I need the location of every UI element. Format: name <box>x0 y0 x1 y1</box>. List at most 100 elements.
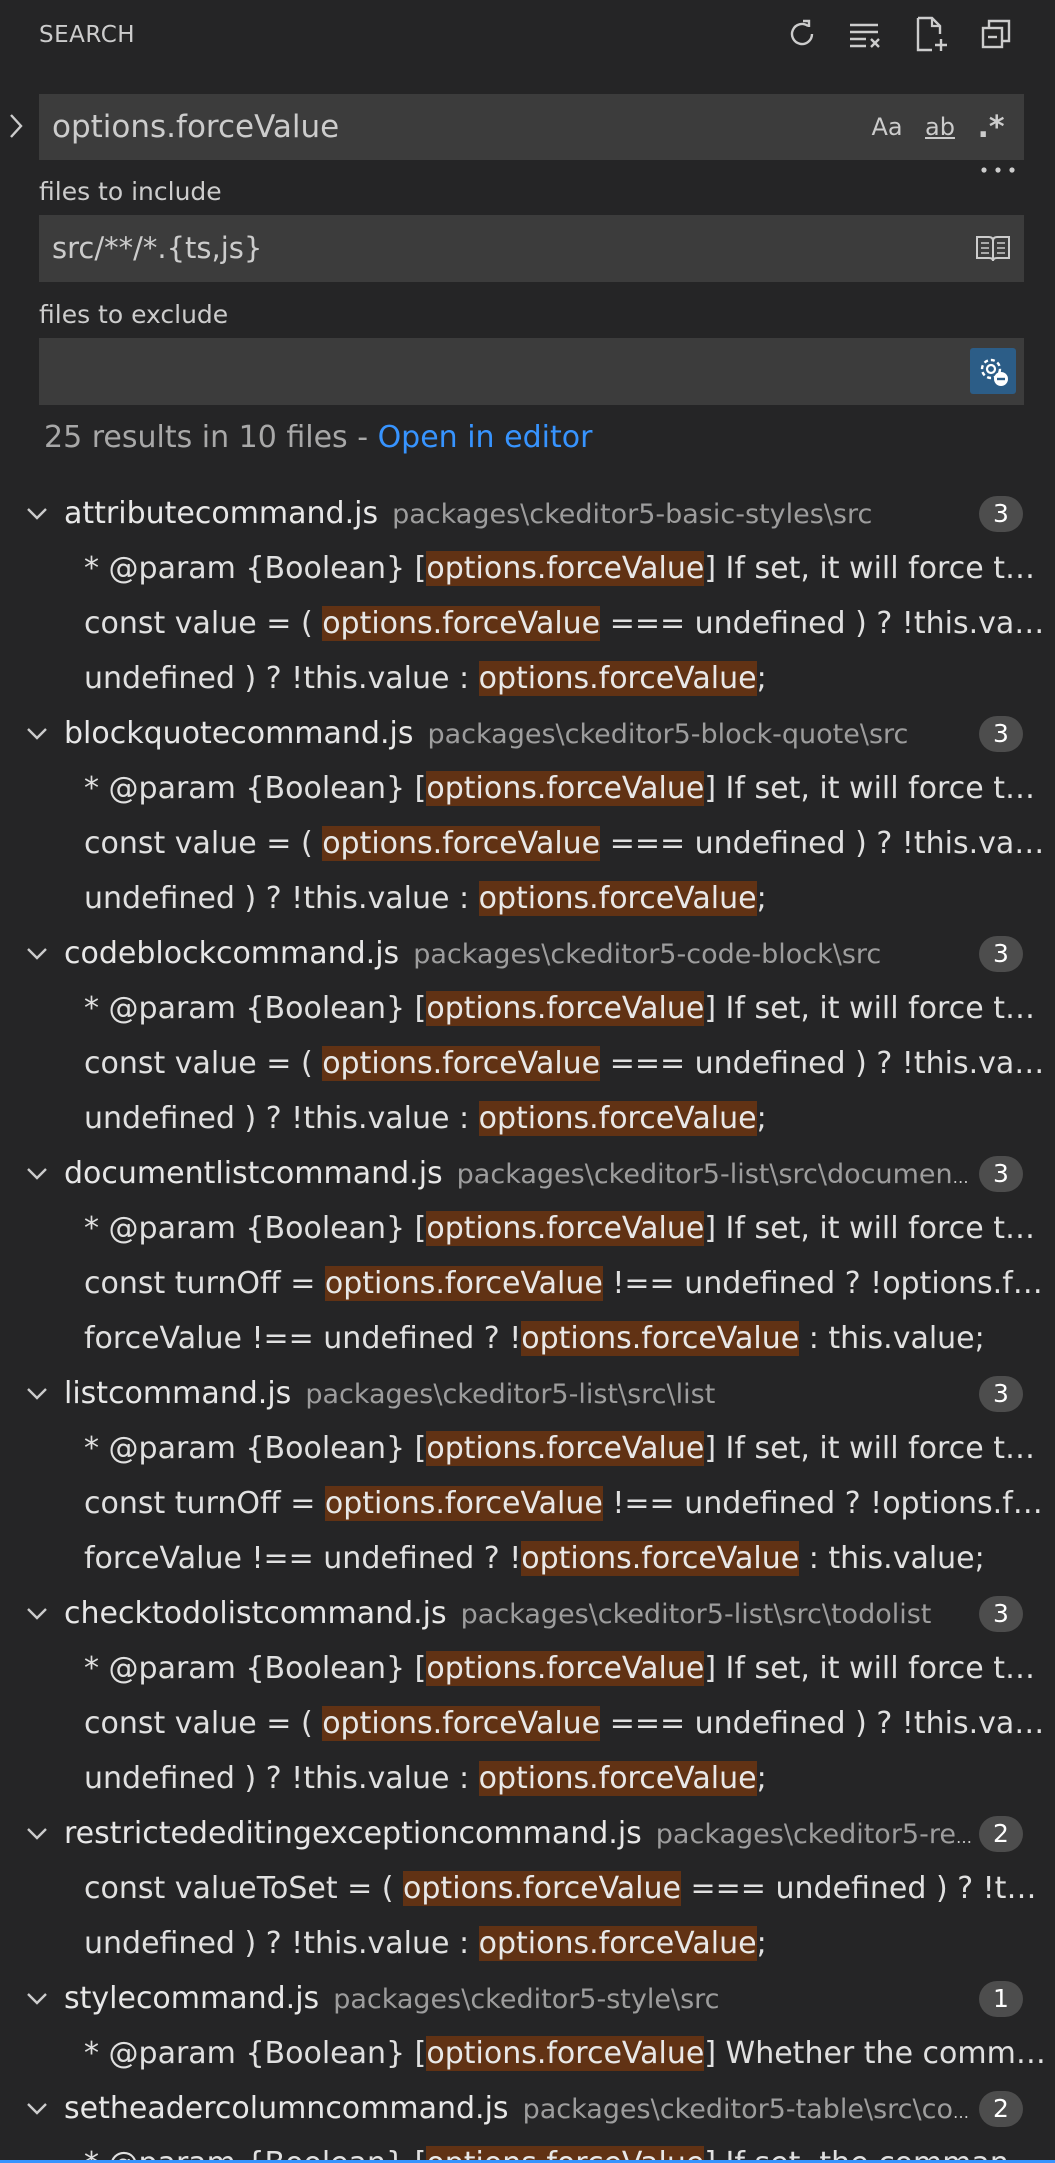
match-before: undefined ) ? !this.value : <box>84 1101 479 1136</box>
match-highlight: options.forceValue <box>403 1871 681 1906</box>
toggle-replace-chevron-icon[interactable] <box>4 106 28 146</box>
panel-title: SEARCH <box>39 22 136 48</box>
file-result-row[interactable]: attributecommand.js packages\ckeditor5-ba… <box>0 486 1055 541</box>
new-search-editor-icon[interactable] <box>912 14 952 54</box>
match-line: * @param {Boolean} [options.forceValue] … <box>84 2026 1050 2081</box>
match-line: const valueToSet = ( options.forceValue … <box>84 1861 1050 1916</box>
file-result-row[interactable]: documentlistcommand.js packages\ckeditor5… <box>0 1146 1055 1201</box>
whole-word-button[interactable]: ab <box>917 108 963 146</box>
match-row[interactable]: * @param {Boolean} [options.forceValue] … <box>0 1641 1055 1696</box>
match-row[interactable]: const value = ( options.forceValue === u… <box>0 1036 1055 1091</box>
chevron-down-icon[interactable] <box>23 500 51 528</box>
match-highlight: options.forceValue <box>322 1706 601 1741</box>
match-row[interactable]: undefined ) ? !this.value : options.forc… <box>0 651 1055 706</box>
match-row[interactable]: undefined ) ? !this.value : options.forc… <box>0 871 1055 926</box>
refresh-icon[interactable] <box>782 14 822 54</box>
match-row[interactable]: * @param {Boolean} [options.forceValue] … <box>0 2136 1055 2163</box>
files-to-exclude-input[interactable] <box>39 338 1024 405</box>
chevron-down-icon[interactable] <box>23 940 51 968</box>
file-path: packages\ckeditor5-code-block\src <box>413 939 882 970</box>
file-name: listcommand.js <box>64 1376 292 1411</box>
match-count-badge: 3 <box>979 716 1023 752</box>
use-exclude-settings-gear-icon[interactable] <box>970 348 1016 394</box>
match-row[interactable]: const value = ( options.forceValue === u… <box>0 816 1055 871</box>
match-after: ; <box>756 1926 767 1961</box>
chevron-down-icon[interactable] <box>23 1380 51 1408</box>
search-input[interactable]: options.forceValue Aa ab .* <box>39 94 1024 160</box>
match-row[interactable]: * @param {Boolean} [options.forceValue] … <box>0 2026 1055 2081</box>
file-result-row[interactable]: codeblockcommand.js packages\ckeditor5-co… <box>0 926 1055 981</box>
match-row[interactable]: undefined ) ? !this.value : options.forc… <box>0 1091 1055 1146</box>
match-highlight: options.forceValue <box>426 2036 705 2071</box>
include-pattern[interactable]: src/**/*.{ts,js} <box>52 215 262 281</box>
open-editors-book-icon[interactable] <box>970 225 1016 271</box>
match-row[interactable]: forceValue !== undefined ? !options.forc… <box>0 1531 1055 1586</box>
match-after: ; <box>756 1761 767 1796</box>
match-line: const value = ( options.forceValue === u… <box>84 1036 1050 1091</box>
match-before: undefined ) ? !this.value : <box>84 1761 479 1796</box>
file-label: blockquotecommand.js packages\ckeditor5-b… <box>64 706 979 761</box>
match-line: undefined ) ? !this.value : options.forc… <box>84 651 1050 706</box>
clear-results-icon[interactable] <box>846 14 886 54</box>
match-line: undefined ) ? !this.value : options.forc… <box>84 1751 1050 1806</box>
match-row[interactable]: const value = ( options.forceValue === u… <box>0 1696 1055 1751</box>
match-highlight: options.forceValue <box>426 551 705 586</box>
match-row[interactable]: const value = ( options.forceValue === u… <box>0 596 1055 651</box>
match-row[interactable]: * @param {Boolean} [options.forceValue] … <box>0 1201 1055 1256</box>
match-row[interactable]: const valueToSet = ( options.forceValue … <box>0 1861 1055 1916</box>
file-path: packages\ckeditor5-list\src\list <box>305 1379 716 1410</box>
match-before: forceValue !== undefined ? ! <box>84 1321 522 1356</box>
match-highlight: options.forceValue <box>322 606 601 641</box>
match-highlight: options.forceValue <box>426 991 705 1026</box>
match-before: const turnOff = <box>84 1486 325 1521</box>
match-before: undefined ) ? !this.value : <box>84 1926 479 1961</box>
file-result-row[interactable]: checktodolistcommand.js packages\ckeditor… <box>0 1586 1055 1641</box>
match-line: * @param {Boolean} [options.forceValue] … <box>84 981 1050 1036</box>
file-name: stylecommand.js <box>64 1981 320 2016</box>
chevron-down-icon[interactable] <box>23 1600 51 1628</box>
match-row[interactable]: forceValue !== undefined ? !options.forc… <box>0 1311 1055 1366</box>
chevron-down-icon[interactable] <box>23 720 51 748</box>
match-row[interactable]: undefined ) ? !this.value : options.forc… <box>0 1751 1055 1806</box>
match-after: ] If set, it will force the command beha… <box>704 551 1050 586</box>
match-highlight: options.forceValue <box>324 1486 603 1521</box>
file-result-row[interactable]: restrictededitingexceptioncommand.js pack… <box>0 1806 1055 1861</box>
match-line: forceValue !== undefined ? !options.forc… <box>84 1531 1050 1586</box>
more-options-icon[interactable] <box>978 160 1018 180</box>
match-line: * @param {Boolean} [options.forceValue] … <box>84 761 1050 816</box>
match-row[interactable]: * @param {Boolean} [options.forceValue] … <box>0 761 1055 816</box>
files-to-include-label: files to include <box>39 177 222 206</box>
chevron-down-icon[interactable] <box>23 2095 51 2123</box>
open-in-editor-link[interactable]: Open in editor <box>378 420 593 455</box>
match-highlight: options.forceValue <box>478 1926 757 1961</box>
match-count-badge: 1 <box>979 1981 1023 2017</box>
match-before: const valueToSet = ( <box>84 1871 404 1906</box>
match-highlight: options.forceValue <box>478 881 757 916</box>
files-to-include-input[interactable]: src/**/*.{ts,js} <box>39 215 1024 282</box>
match-row[interactable]: const turnOff = options.forceValue !== u… <box>0 1256 1055 1311</box>
match-row[interactable]: * @param {Boolean} [options.forceValue] … <box>0 1421 1055 1476</box>
chevron-down-icon[interactable] <box>23 1985 51 2013</box>
chevron-down-icon[interactable] <box>23 1160 51 1188</box>
match-line: undefined ) ? !this.value : options.forc… <box>84 871 1050 926</box>
match-highlight: options.forceValue <box>426 1651 705 1686</box>
file-result-row[interactable]: stylecommand.js packages\ckeditor5-style\… <box>0 1971 1055 2026</box>
match-row[interactable]: * @param {Boolean} [options.forceValue] … <box>0 541 1055 596</box>
file-result-row[interactable]: blockquotecommand.js packages\ckeditor5-b… <box>0 706 1055 761</box>
file-result-row[interactable]: listcommand.js packages\ckeditor5-list\sr… <box>0 1366 1055 1421</box>
match-after: === undefined ) ? !this.value : options.… <box>609 826 1050 861</box>
regex-button[interactable]: .* <box>971 108 1011 146</box>
chevron-down-icon[interactable] <box>23 1820 51 1848</box>
match-row[interactable]: const turnOff = options.forceValue !== u… <box>0 1476 1055 1531</box>
collapse-all-icon[interactable] <box>976 14 1016 54</box>
match-row[interactable]: * @param {Boolean} [options.forceValue] … <box>0 981 1055 1036</box>
match-highlight: options.forceValue <box>478 1101 757 1136</box>
match-count-badge: 3 <box>979 496 1023 532</box>
file-result-row[interactable]: setheadercolumncommand.js packages\ckedit… <box>0 2081 1055 2136</box>
match-line: undefined ) ? !this.value : options.forc… <box>84 1916 1050 1971</box>
match-row[interactable]: undefined ) ? !this.value : options.forc… <box>0 1916 1055 1971</box>
match-case-button[interactable]: Aa <box>865 108 909 146</box>
search-query[interactable]: options.forceValue <box>52 94 339 160</box>
file-name: codeblockcommand.js <box>64 936 400 971</box>
match-line: * @param {Boolean} [options.forceValue] … <box>84 1421 1050 1476</box>
